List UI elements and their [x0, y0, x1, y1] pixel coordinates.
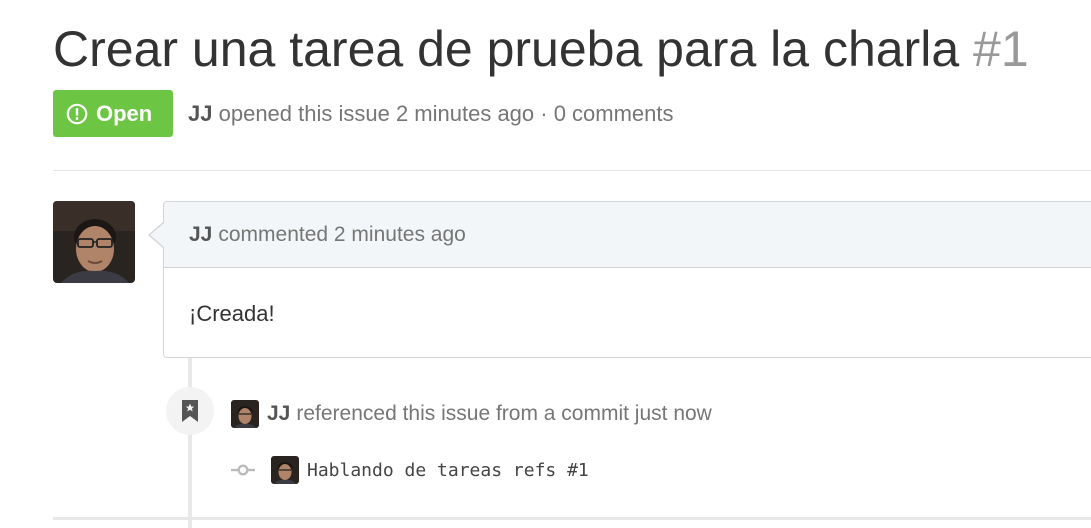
commit-avatar[interactable] — [271, 456, 299, 484]
git-commit-icon — [231, 463, 255, 477]
issue-author-link[interactable]: JJ — [188, 101, 212, 126]
commit-message-link[interactable]: Hablando de tareas refs #1 — [307, 460, 589, 481]
timeline-line — [188, 358, 192, 528]
issue-meta-text: JJ opened this issue 2 minutes ago · 0 c… — [188, 101, 674, 127]
avatar-image — [53, 201, 135, 283]
issue-page: Crear una tarea de prueba para la charla… — [0, 0, 1091, 528]
state-label: Open — [96, 100, 153, 126]
bookmark-icon — [182, 400, 198, 422]
commit-reference: Hablando de tareas refs #1 — [231, 456, 589, 484]
issue-title-text: Crear una tarea de prueba para la charla — [53, 21, 960, 77]
event-avatar-image — [231, 400, 259, 428]
comment-body: ¡Creada! — [189, 301, 275, 326]
event-text: referenced this issue from a commit just… — [296, 402, 712, 425]
comment-box: JJ commented 2 minutes ago ¡Creada! — [163, 201, 1091, 358]
comment-timestamp[interactable]: commented 2 minutes ago — [218, 223, 465, 247]
issue-number: #1 — [973, 21, 1029, 77]
event-avatar[interactable] — [231, 400, 259, 428]
commit-avatar-image — [271, 456, 299, 484]
event-author-link[interactable]: JJ — [267, 402, 290, 426]
comment-arrow-fill — [150, 223, 164, 247]
state-badge: Open — [53, 90, 173, 137]
comment-header: JJ commented 2 minutes ago — [164, 202, 1091, 268]
issue-meta-detail: opened this issue 2 minutes ago · 0 comm… — [218, 100, 674, 126]
header-divider — [53, 170, 1091, 171]
issue-opened-icon — [66, 103, 88, 124]
timeline-bottom-rule — [53, 517, 1091, 520]
issue-title: Crear una tarea de prueba para la charla… — [53, 17, 1029, 81]
reference-event: JJ referenced this issue from a commit j… — [231, 400, 712, 428]
avatar[interactable] — [53, 201, 135, 283]
event-badge — [166, 387, 214, 435]
comment-author-link[interactable]: JJ — [189, 223, 212, 247]
issue-meta: Open JJ opened this issue 2 minutes ago … — [53, 90, 674, 137]
